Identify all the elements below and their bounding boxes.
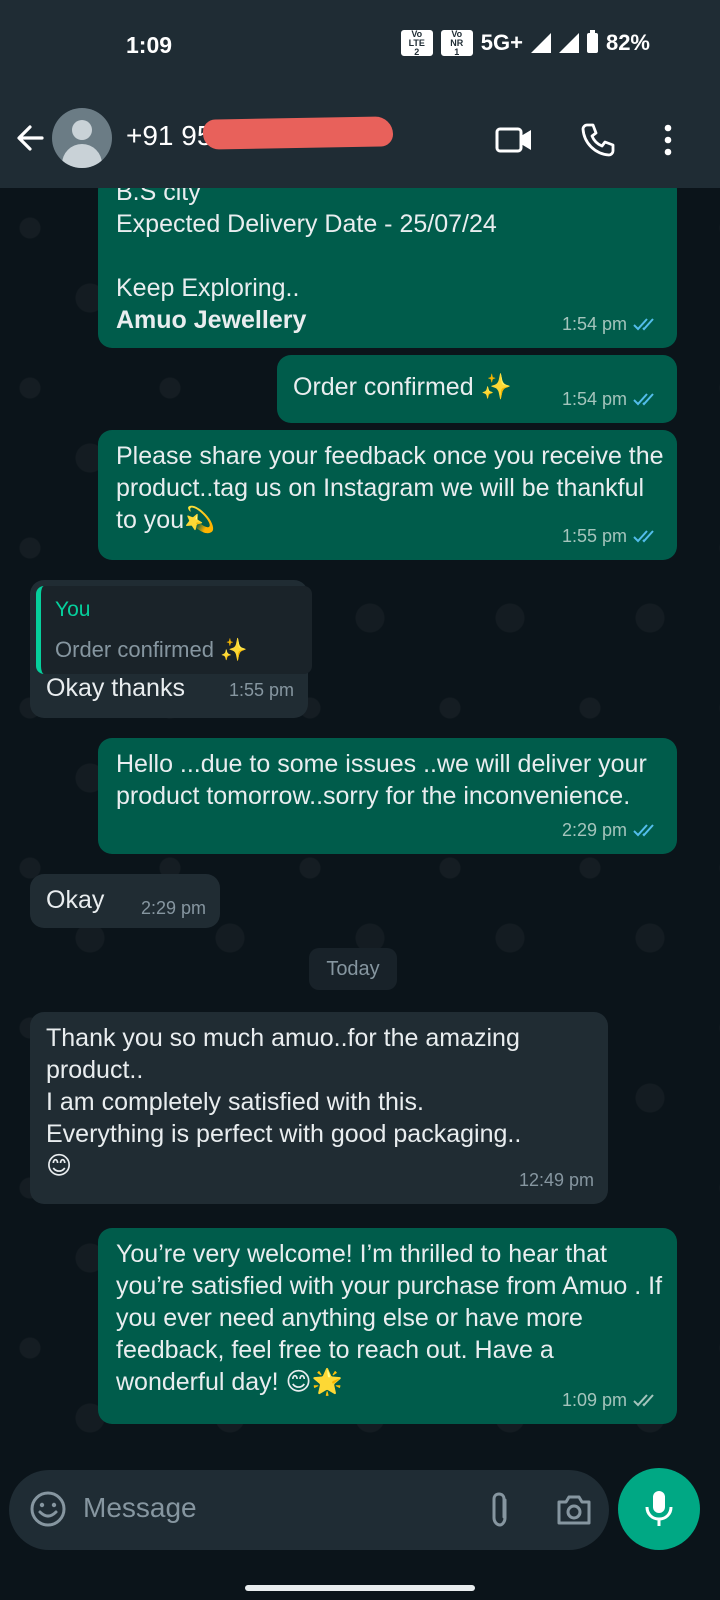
message-time: 1:55 pm: [228, 680, 294, 700]
sim2-badge: Vo NR 1: [440, 29, 473, 57]
sim1-badge: Vo LTE 2: [400, 29, 433, 57]
quote-text: Order confirmed ✨: [55, 637, 248, 662]
avatar-head: [72, 120, 92, 140]
message-text: Thank you so much amuo..for the amazing …: [46, 1024, 522, 1180]
message-meta: 1:54 pm: [562, 383, 661, 415]
message-meta: 1:55 pm: [229, 674, 294, 706]
more-options-icon[interactable]: [648, 120, 688, 160]
sim1-number: 2: [414, 46, 420, 57]
home-gesture-pill[interactable]: [245, 1585, 475, 1591]
quote-author: You: [55, 598, 91, 621]
camera-icon[interactable]: [554, 1490, 594, 1530]
status-icons: Vo LTE 2 Vo NR 1 5G+ 82%: [400, 29, 650, 57]
status-bar: 1:09 Vo LTE 2 Vo NR 1 5G+ 82%: [0, 0, 720, 90]
message-time: 1:54 pm: [561, 314, 627, 334]
message-bubble-outgoing[interactable]: Order confirmed ✨ 1:54 pm: [277, 355, 677, 423]
sim2-number: 1: [454, 46, 460, 57]
message-time: 1:09 pm: [561, 1390, 627, 1410]
message-text: Okay: [46, 886, 105, 914]
message-composer[interactable]: Message: [9, 1470, 609, 1550]
contact-name[interactable]: +91 95: [126, 120, 212, 152]
message-meta: 2:29 pm: [562, 814, 661, 846]
message-meta: 1:09 pm: [562, 1384, 661, 1416]
signal-icon-2: [558, 33, 579, 53]
video-call-icon[interactable]: [494, 120, 534, 160]
chat-area[interactable]: B.S city Expected Delivery Date - 25/07/…: [0, 188, 720, 1458]
message-time: 1:55 pm: [561, 526, 627, 546]
message-text: B.S city Expected Delivery Date - 25/07/…: [116, 188, 497, 302]
network-type: 5G+: [480, 30, 523, 55]
battery-icon: [586, 30, 598, 53]
voice-call-icon[interactable]: [578, 120, 618, 160]
quoted-message[interactable]: You Order confirmed ✨: [36, 586, 312, 674]
message-bubble-outgoing[interactable]: Hello ...due to some issues ..we will de…: [98, 738, 677, 854]
emoji-icon[interactable]: [29, 1490, 67, 1528]
message-input[interactable]: Message: [83, 1492, 197, 1524]
message-time: 1:54 pm: [561, 389, 627, 409]
chat-header: +91 95: [0, 90, 720, 188]
system-nav-bar: [0, 1560, 720, 1600]
battery-percent: 82%: [605, 30, 650, 55]
message-text: Order confirmed ✨: [293, 373, 512, 401]
message-bubble-incoming[interactable]: Thank you so much amuo..for the amazing …: [30, 1012, 608, 1204]
message-text: Okay thanks: [46, 674, 185, 702]
message-bubble-outgoing[interactable]: You’re very welcome! I’m thrilled to hea…: [98, 1228, 677, 1424]
message-bubble-outgoing[interactable]: Please share your feedback once you rece…: [98, 430, 677, 560]
avatar[interactable]: [52, 108, 112, 168]
message-time: 2:29 pm: [140, 898, 206, 918]
attach-icon[interactable]: [481, 1490, 519, 1530]
message-meta: 1:54 pm: [562, 308, 661, 340]
read-ticks-icon: [633, 824, 654, 837]
date-separator: Today: [309, 948, 397, 990]
mic-button[interactable]: [618, 1468, 700, 1550]
redaction-mark: [202, 116, 394, 150]
message-text: Hello ...due to some issues ..we will de…: [116, 750, 654, 810]
avatar-body: [62, 144, 102, 168]
message-meta: 2:29 pm: [141, 892, 206, 924]
message-time: 12:49 pm: [518, 1170, 594, 1190]
read-ticks-icon: [633, 530, 654, 543]
message-bubble-incoming[interactable]: You Order confirmed ✨ Okay thanks 1:55 p…: [30, 580, 312, 718]
message-time: 2:29 pm: [561, 820, 627, 840]
back-arrow-icon[interactable]: [12, 118, 52, 158]
delivered-ticks-icon: [633, 1394, 654, 1407]
message-bubble-incoming[interactable]: Okay 2:29 pm: [30, 874, 220, 928]
read-ticks-icon: [633, 318, 654, 331]
message-meta: 12:49 pm: [519, 1164, 594, 1196]
message-meta: 1:55 pm: [562, 520, 661, 552]
message-bubble-outgoing[interactable]: B.S city Expected Delivery Date - 25/07/…: [98, 188, 677, 348]
read-ticks-icon: [633, 393, 654, 406]
signal-icon: [530, 33, 551, 53]
mic-icon: [645, 1491, 673, 1526]
message-text: You’re very welcome! I’m thrilled to hea…: [116, 1240, 670, 1396]
clock: 1:09: [126, 32, 173, 58]
